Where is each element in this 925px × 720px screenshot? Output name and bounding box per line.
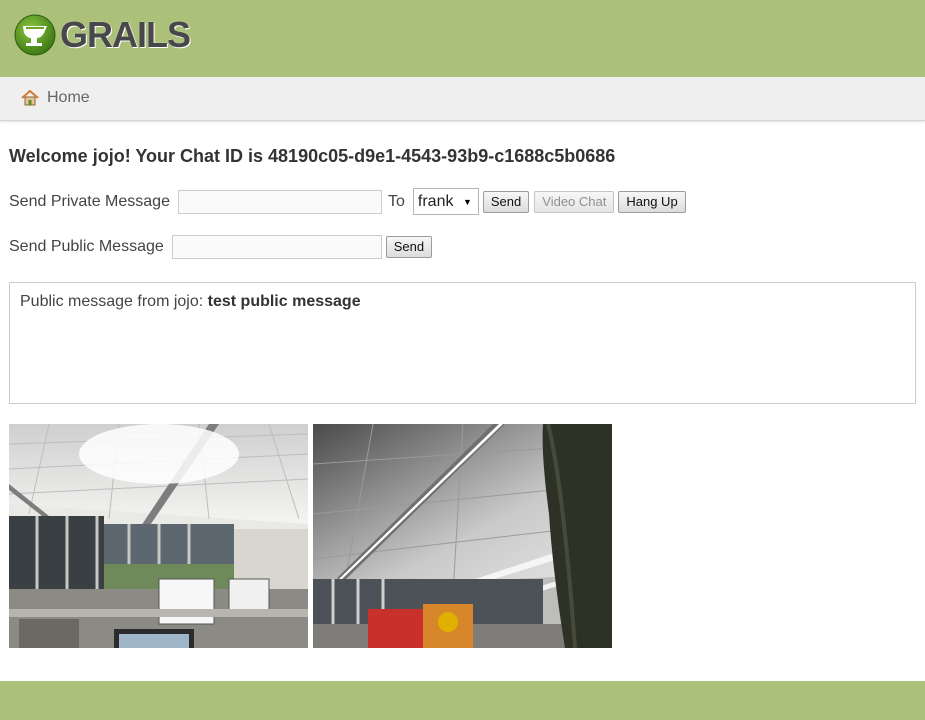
grails-cup-icon bbox=[14, 14, 56, 56]
hang-up-button[interactable]: Hang Up bbox=[618, 190, 686, 213]
public-message-row: Send Public Message Send bbox=[9, 235, 433, 259]
private-message-label: Send Private Message bbox=[9, 192, 170, 210]
video-chat-button[interactable]: Video Chat bbox=[534, 190, 615, 213]
to-label: To bbox=[387, 192, 405, 210]
recipient-selected-value: frank bbox=[417, 192, 454, 210]
home-link-label: Home bbox=[47, 89, 90, 106]
public-message-label: Send Public Message bbox=[9, 238, 164, 255]
logo-text: GRAILS bbox=[60, 14, 191, 55]
header-bar: GRAILS bbox=[0, 0, 925, 77]
grails-logo[interactable]: GRAILS bbox=[14, 14, 191, 56]
dropdown-arrow-icon: ▼ bbox=[462, 197, 472, 207]
local-webcam-image bbox=[9, 424, 308, 648]
house-icon bbox=[21, 90, 39, 106]
nav-bar: Home bbox=[0, 77, 925, 121]
public-message-input[interactable] bbox=[171, 235, 382, 259]
message-item: Public message from jojo: test public me… bbox=[20, 293, 905, 311]
message-body: test public message bbox=[207, 293, 361, 310]
recipient-select[interactable]: frank ▼ bbox=[412, 188, 479, 215]
welcome-heading: Welcome jojo! Your Chat ID is 48190c05-d… bbox=[9, 146, 616, 166]
send-public-button[interactable]: Send bbox=[385, 236, 433, 258]
message-prefix: Public message from jojo: bbox=[20, 293, 204, 310]
footer-bar bbox=[0, 681, 925, 720]
home-link[interactable]: Home bbox=[21, 89, 90, 107]
private-message-input[interactable] bbox=[177, 189, 382, 214]
remote-video bbox=[313, 424, 612, 648]
message-log[interactable]: Public message from jojo: test public me… bbox=[9, 282, 916, 404]
local-video bbox=[9, 424, 308, 648]
send-private-button[interactable]: Send bbox=[482, 190, 530, 213]
remote-webcam-image bbox=[313, 424, 612, 648]
private-message-row: Send Private Message To frank ▼ Send Vid… bbox=[9, 188, 686, 215]
